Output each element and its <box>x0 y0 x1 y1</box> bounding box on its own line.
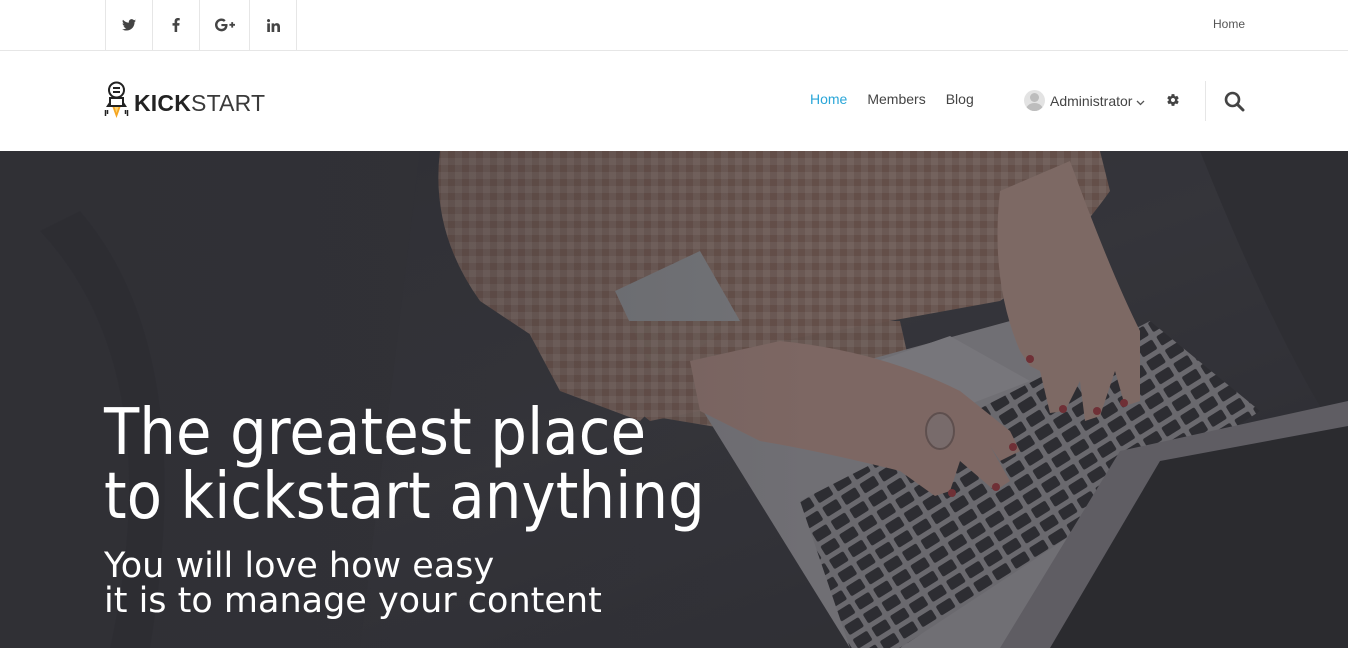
hero-banner: The greatest place to kickstart anything… <box>0 151 1348 648</box>
nav-item-blog[interactable]: Blog <box>946 91 974 107</box>
main-nav: Home Members Blog <box>810 91 994 107</box>
facebook-icon <box>172 18 180 32</box>
google-plus-icon <box>214 18 235 32</box>
site-header: KICKSTART Home Members Blog Administrato… <box>0 51 1348 151</box>
site-logo[interactable]: KICKSTART <box>104 81 265 126</box>
gear-icon[interactable] <box>1166 93 1180 112</box>
user-name: Administrator <box>1050 92 1133 109</box>
rocket-lightbulb-icon <box>104 81 129 126</box>
search-icon[interactable] <box>1224 91 1245 117</box>
hero-title-line-2: to kickstart anything <box>104 460 705 534</box>
hero-subtitle-line-2: it is to manage your content <box>104 581 602 621</box>
hero-title-line-1: The greatest place <box>104 396 647 470</box>
logo-wordmark: KICKSTART <box>134 90 266 116</box>
facebook-link[interactable] <box>153 0 200 50</box>
hero-title: The greatest place to kickstart anything <box>104 401 705 529</box>
user-menu[interactable]: Administrator <box>1024 90 1145 111</box>
header-divider <box>1205 81 1206 121</box>
social-links <box>105 0 297 50</box>
twitter-link[interactable] <box>106 0 153 50</box>
avatar-icon <box>1024 90 1045 111</box>
twitter-icon <box>122 19 136 31</box>
hero-subtitle-line-1: You will love how easy <box>104 546 495 586</box>
nav-item-members[interactable]: Members <box>867 91 925 107</box>
linkedin-link[interactable] <box>250 0 297 50</box>
linkedin-icon <box>266 18 280 32</box>
hero-subtitle: You will love how easy it is to manage y… <box>104 549 602 619</box>
top-bar: Home <box>0 0 1348 51</box>
nav-item-home[interactable]: Home <box>810 91 847 107</box>
topbar-home-link[interactable]: Home <box>1213 17 1245 31</box>
google-plus-link[interactable] <box>200 0 250 50</box>
chevron-down-icon <box>1136 93 1145 109</box>
